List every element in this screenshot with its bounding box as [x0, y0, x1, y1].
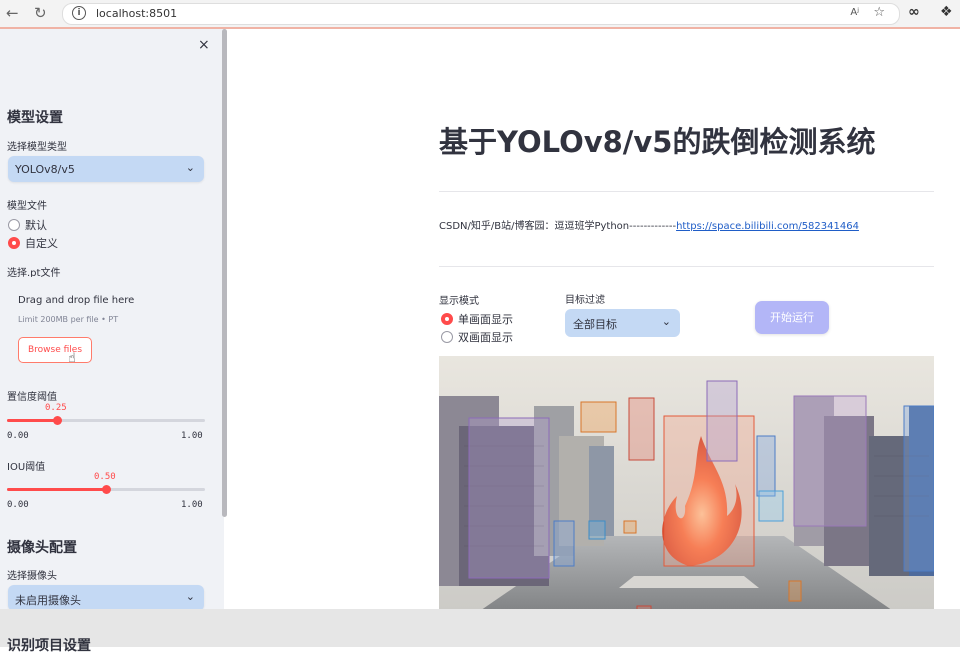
detection-result-image: [439, 356, 934, 639]
dropzone-title: Drag and drop file here: [18, 295, 135, 306]
recognition-settings-title-visible: 识别项目设置: [7, 638, 91, 654]
chevron-down-icon: ⌄: [661, 315, 671, 328]
browse-files-button[interactable]: Browse files: [18, 337, 92, 363]
camera-settings-title: 摄像头配置: [7, 540, 77, 556]
iou-value: 0.50: [94, 472, 116, 482]
model-file-label: 模型文件: [7, 201, 47, 212]
model-type-select[interactable]: YOLOv8/v5 ⌄: [8, 156, 204, 182]
dropzone-limit: Limit 200MB per file • PT: [18, 315, 119, 324]
target-filter-label: 目标过滤: [565, 295, 605, 306]
radio-icon: [441, 331, 453, 343]
divider: [439, 191, 934, 192]
camera-value: 未启用摄像头: [15, 594, 81, 607]
chevron-down-icon: ⌄: [185, 161, 195, 174]
iou-slider-handle[interactable]: [102, 485, 111, 494]
confidence-slider[interactable]: [7, 416, 205, 425]
radio-selected-icon: [8, 237, 20, 249]
credit-text: CSDN/知乎/B站/博客园：逗逗班学Python-------------: [439, 221, 677, 232]
camera-label: 选择摄像头: [7, 571, 57, 582]
back-arrow-icon[interactable]: ←: [6, 4, 19, 22]
confidence-value: 0.25: [45, 403, 67, 413]
target-filter-value: 全部目标: [573, 318, 617, 331]
puzzle-icon[interactable]: ❖: [940, 4, 953, 20]
iou-min: 0.00: [7, 500, 29, 510]
iou-slider-fill: [7, 488, 106, 491]
iou-max: 1.00: [181, 500, 203, 510]
address-bar[interactable]: i localhost:8501 Aʲ ☆: [62, 3, 900, 25]
reload-icon[interactable]: ↻: [34, 4, 47, 22]
sidebar: × 模型设置 选择模型类型 YOLOv8/v5 ⌄ 模型文件 默认 自定义 选择…: [0, 29, 224, 647]
close-icon[interactable]: ×: [198, 37, 210, 53]
camera-select[interactable]: 未启用摄像头 ⌄: [8, 585, 204, 611]
sidebar-scrollbar[interactable]: [222, 29, 227, 517]
confidence-slider-fill: [7, 419, 57, 422]
radio-selected-icon: [441, 313, 453, 325]
divider: [439, 266, 934, 267]
credit-line: CSDN/知乎/B站/博客园：逗逗班学Python-------------ht…: [439, 217, 859, 232]
model-type-value: YOLOv8/v5: [15, 163, 75, 176]
radio-label: 默认: [25, 219, 47, 232]
confidence-slider-handle[interactable]: [53, 416, 62, 425]
browser-toolbar: ← ↻ i localhost:8501 Aʲ ☆ ∞ ❖: [0, 0, 960, 28]
confidence-label: 置信度阈值: [7, 392, 57, 403]
start-run-button[interactable]: 开始运行: [755, 301, 829, 334]
url-text: localhost:8501: [96, 7, 178, 20]
radio-label: 自定义: [25, 237, 58, 250]
star-icon[interactable]: ☆: [873, 5, 885, 20]
confidence-max: 1.00: [181, 431, 203, 441]
bilibili-link[interactable]: https://space.bilibili.com/582341464: [676, 221, 859, 232]
radio-label: 双画面显示: [458, 331, 513, 344]
model-settings-title: 模型设置: [7, 110, 63, 126]
city-scene-image: [439, 356, 934, 639]
page-title: 基于YOLOv8/v5的跌倒检测系统: [439, 125, 876, 159]
info-icon[interactable]: i: [72, 6, 86, 20]
target-filter-select[interactable]: 全部目标 ⌄: [565, 309, 680, 337]
confidence-min: 0.00: [7, 431, 29, 441]
iou-label: IOU阈值: [7, 462, 46, 473]
radio-label: 单画面显示: [458, 313, 513, 326]
infinity-icon[interactable]: ∞: [908, 4, 920, 20]
read-aloud-icon[interactable]: Aʲ: [850, 7, 859, 18]
radio-icon: [8, 219, 20, 231]
hand-cursor-icon: ☝: [68, 351, 76, 366]
bottom-bar: [0, 609, 960, 647]
display-mode-label: 显示模式: [439, 296, 479, 307]
chevron-down-icon: ⌄: [185, 590, 195, 603]
file-dropzone[interactable]: Drag and drop file here Limit 200MB per …: [8, 277, 206, 375]
iou-slider[interactable]: [7, 485, 205, 494]
model-type-label: 选择模型类型: [7, 142, 67, 153]
